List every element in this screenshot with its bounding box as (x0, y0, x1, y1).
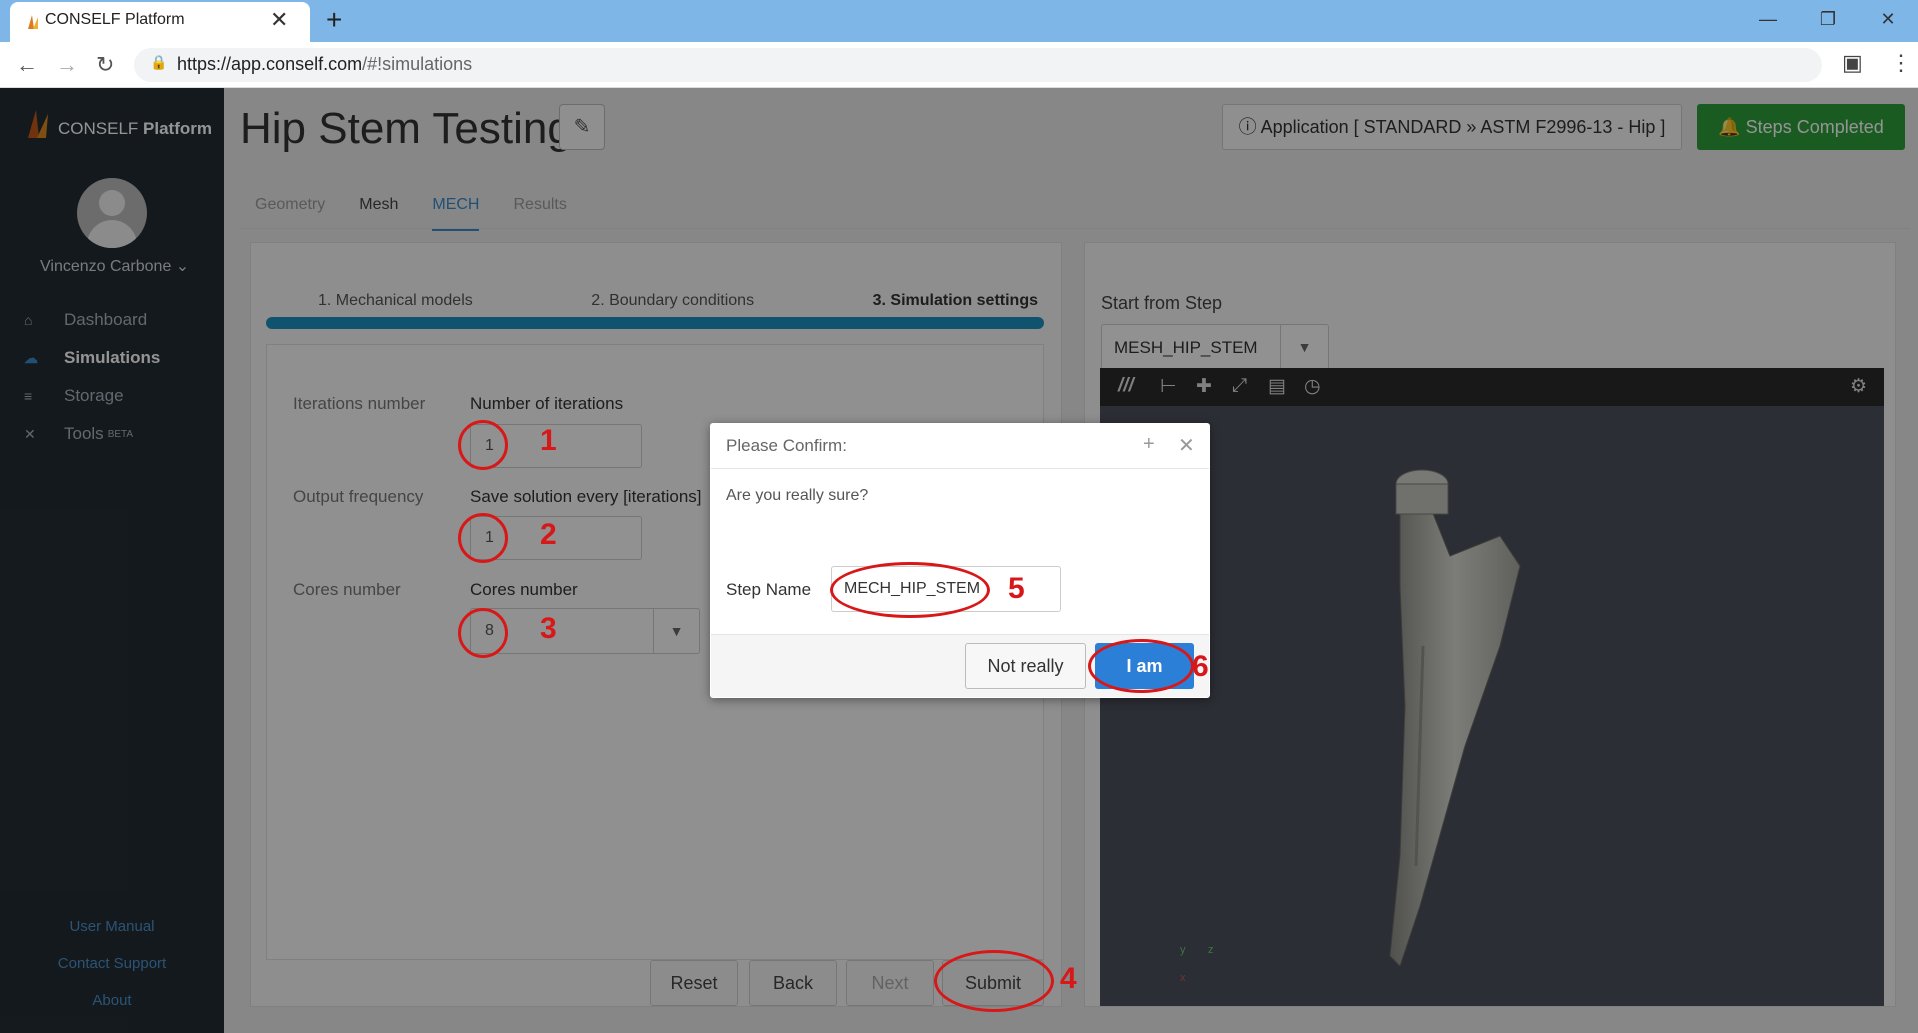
annotation-number-3: 3 (540, 612, 557, 645)
window-controls: — ❐ ✕ (1738, 0, 1918, 40)
step-name-label: Step Name (726, 580, 812, 599)
conself-favicon-icon (28, 15, 38, 29)
dialog-divider (711, 468, 1209, 469)
url-path: /#!simulations (362, 54, 473, 74)
annotation-ring-4 (934, 950, 1054, 1012)
close-icon[interactable]: ✕ (1178, 433, 1195, 458)
url-host: https://app.conself.com (177, 54, 363, 74)
new-tab-button[interactable]: + (326, 4, 342, 36)
annotation-ring-6 (1088, 639, 1194, 693)
annotation-ring-5 (830, 562, 990, 618)
annotation-ring-2 (458, 513, 508, 563)
maximize-icon[interactable]: + (1143, 433, 1155, 456)
back-arrow-icon[interactable]: ← (16, 52, 38, 78)
dialog-message: Are you really sure? (726, 487, 869, 504)
restore-icon[interactable]: ❐ (1798, 0, 1858, 40)
forward-arrow-icon[interactable]: → (56, 52, 78, 78)
reload-icon[interactable]: ↻ (96, 52, 114, 78)
annotation-ring-1 (458, 420, 508, 470)
lock-icon: 🔒 (150, 54, 168, 70)
not-really-button[interactable]: Not really (965, 643, 1086, 689)
url-text[interactable]: https://app.conself.com/#!simulations (177, 54, 472, 75)
profile-icon[interactable]: ▣ (1842, 50, 1863, 76)
tab-close-icon[interactable]: ✕ (270, 7, 288, 33)
annotation-number-1: 1 (540, 424, 557, 457)
annotation-number-2: 2 (540, 518, 557, 551)
dialog-title: Please Confirm: (726, 436, 847, 455)
minimize-icon[interactable]: — (1738, 0, 1798, 40)
annotation-ring-3 (458, 608, 508, 658)
annotation-number-5: 5 (1008, 572, 1025, 605)
annotation-number-4: 4 (1060, 962, 1077, 995)
tab-title: CONSELF Platform (45, 11, 185, 28)
annotation-number-6: 6 (1192, 650, 1209, 683)
close-window-icon[interactable]: ✕ (1858, 0, 1918, 40)
menu-dots-icon[interactable]: ⋮ (1890, 50, 1912, 76)
